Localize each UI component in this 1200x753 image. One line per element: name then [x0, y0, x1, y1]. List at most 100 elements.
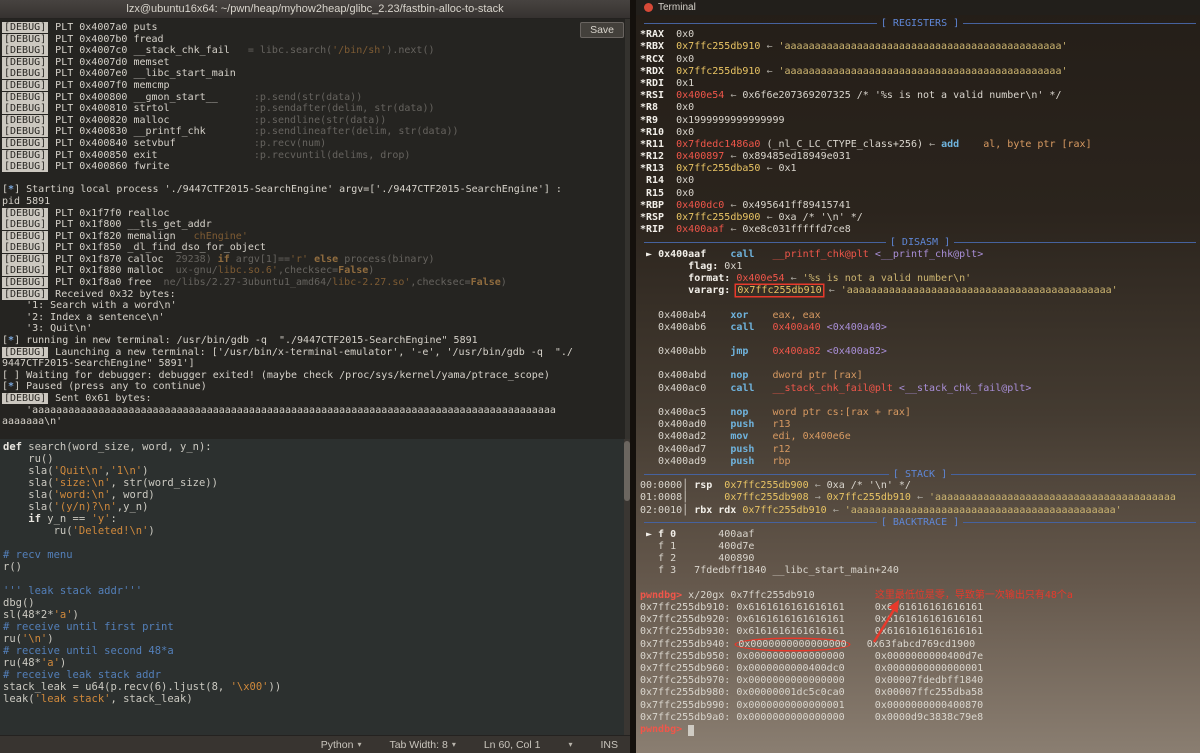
text-segment: ne/libs/2.27-3ubuntu1_amd64/: [151, 277, 333, 289]
terminal-output-line: [ ] Waiting for debugger: debugger exite…: [2, 370, 630, 382]
terminal-output-line: [DEBUG] PLT 0x400860 fwrite: [2, 161, 630, 173]
text-segment: PLT 0x4007a0 puts: [49, 22, 158, 33]
pwntools-terminal-overlay[interactable]: [DEBUG] PLT 0x4007a0 puts [DEBUG] PLT 0x4…: [0, 19, 630, 439]
language-selector[interactable]: Python ▾: [321, 739, 362, 751]
code-line: def search(word_size, word, y_n):: [3, 441, 630, 453]
text-segment: [754, 419, 772, 430]
text-segment: [754, 249, 772, 260]
terminal-output-line: 9447CTF2015-SearchEngine" 5891']: [2, 358, 630, 370]
pwndbg-line: f 3 7fdedbff1840 __libc_start_main+240: [640, 565, 1200, 577]
text-segment: [748, 346, 772, 357]
tab-width-selector[interactable]: Tab Width: 8 ▾: [389, 739, 455, 751]
debug-tag: [DEBUG]: [2, 161, 49, 173]
text-segment: ←: [724, 90, 743, 102]
code-line: sla('(y/n)?\n',y_n): [3, 501, 630, 513]
code-line: r(): [3, 561, 630, 573]
text-segment: search(word_size, word, y_n):: [21, 441, 212, 453]
terminal-output-line: [DEBUG] PLT 0x1f870 calloc 29238) if arg…: [2, 253, 630, 266]
debug-tag: [DEBUG]: [2, 103, 49, 115]
debug-tag: [DEBUG]: [2, 114, 49, 126]
pwndbg-line: 0x7ffc255db950: 0x0000000000000000 0x000…: [640, 651, 1200, 663]
text-segment: 0x7ffc255db920: 0x6161616161616161 0x616…: [640, 614, 984, 626]
code-address: 0x400aaf: [676, 224, 725, 236]
text-segment: PLT 0x4007d0 memset: [49, 56, 170, 68]
save-button[interactable]: Save: [580, 22, 624, 38]
text-segment: *RDX: [640, 65, 665, 77]
pwndbg-line: 0x400ab6 call 0x400a40 <0x400a40>: [640, 322, 1200, 334]
text-segment: [754, 322, 772, 333]
debug-tag: [DEBUG]: [2, 79, 49, 91]
text-segment: <__stack_chk_fail@plt>: [898, 382, 1032, 394]
text-segment: *RDI: [640, 77, 665, 89]
text-segment: <0x400a82>: [826, 346, 887, 358]
right-window-titlebar[interactable]: Terminal: [636, 0, 1200, 15]
pwndbg-line: 0x400ad2 mov edi, 0x400e6e: [640, 431, 1200, 443]
terminal-output-line: [DEBUG] PLT 0x1f800 __tls_get_addr: [2, 219, 630, 231]
text-segment: r12: [772, 443, 791, 455]
text-segment: ←: [760, 163, 779, 175]
text-segment: 0x7ffc255db960: 0x0000000000400dc0 0x000…: [640, 662, 984, 674]
text-segment: *RBX: [640, 41, 665, 53]
pwndbg-line: *R13 0x7ffc255dba50 ← 0x1: [640, 163, 1200, 175]
text-segment: 0x7ffc255db9a0: 0x0000000000000000 0x000…: [640, 711, 984, 723]
debug-tag: [DEBUG]: [2, 265, 49, 277]
code-address: 0x400a40: [772, 321, 821, 333]
text-segment: :p.sendlineafter(delim, str(data)): [205, 126, 459, 138]
pwndbg-line: *R9 0x1999999999999999: [640, 115, 1200, 127]
pwndbg-output[interactable]: [ REGISTERS ] *RAX 0x0 *RBX 0x7ffc255db910…: [636, 15, 1200, 736]
scrollbar-thumb[interactable]: [624, 441, 630, 501]
text-segment: 0x1: [664, 77, 695, 89]
text-segment: Received 0x32 bytes:: [49, 288, 176, 300]
text-segment: [664, 66, 676, 77]
string-value: 'aaaaaaaaaaaaaaaaaaaaaaaaaaaaaaaaaaaaaaa…: [778, 65, 1068, 77]
pwndbg-line: *RBX 0x7ffc255db910 ← 'aaaaaaaaaaaaaaaaa…: [640, 41, 1200, 53]
mnemonic: add: [941, 138, 960, 150]
code-address: 0x400e54: [736, 272, 785, 284]
cursor-position: Ln 60, Col 1: [483, 738, 541, 751]
mnemonic: xor: [730, 309, 749, 321]
debug-tag: [DEBUG]: [2, 68, 49, 80]
text-segment: rbp: [772, 455, 791, 467]
desktop: lzx@ubuntu16x64: ~/pwn/heap/myhow2heap/g…: [0, 0, 1200, 753]
pwndbg-line: 0x400ac0 call __stack_chk_fail@plt <__st…: [640, 383, 1200, 395]
text-segment: 0x1: [778, 163, 797, 175]
text-segment: →: [808, 492, 827, 504]
text-segment: [ ] Waiting for debugger: debugger exite…: [2, 369, 550, 381]
text-segment: *R10: [640, 126, 665, 138]
text-segment: 'y': [91, 513, 111, 525]
python-source: def search(word_size, word, y_n): ru() s…: [3, 441, 630, 705]
editor-statusbar: Python ▾ Tab Width: 8 ▾ Ln 60, Col 1 ▾ I…: [0, 735, 630, 753]
terminal-scrollbar[interactable]: [625, 19, 630, 439]
text-segment: rbx rdx: [694, 504, 737, 516]
text-segment: PLT 0x1f850 _dl_find_dso_for_object: [49, 242, 266, 254]
code-address: 0x400897: [676, 151, 725, 163]
terminal-output-line: [DEBUG] PLT 0x400800 __gmon_start__ :p.s…: [2, 91, 630, 104]
stack-address: 0x7ffc255db910: [826, 492, 911, 504]
text-segment: ► f 0: [640, 528, 677, 540]
text-segment: *RCX: [640, 53, 665, 65]
terminal-output-line: [DEBUG] PLT 0x1f850 _dl_find_dso_for_obj…: [2, 242, 630, 254]
text-segment: ←: [910, 492, 930, 504]
text-segment: 0x495641ff89415741: [742, 199, 851, 211]
text-segment: 'size:\n': [53, 477, 111, 489]
editor-code-area[interactable]: def search(word_size, word, y_n): ru() s…: [0, 439, 630, 735]
mnemonic: push: [730, 443, 755, 455]
left-window-titlebar[interactable]: lzx@ubuntu16x64: ~/pwn/heap/myhow2heap/g…: [0, 0, 630, 19]
text-segment: flag:: [688, 260, 725, 272]
stack-address: 0x7ffc255db900: [724, 480, 809, 492]
terminal-output-line: [DEBUG] Launching a new terminal: ['/usr…: [2, 346, 630, 359]
text-segment: 0x400ac0: [640, 382, 731, 394]
terminal-output-line: 'aaaaaaaaaaaaaaaaaaaaaaaaaaaaaaaaaaaaaaa…: [2, 405, 630, 417]
text-segment: = libc.search(: [229, 45, 333, 57]
text-segment: PLT 0x1f800 __tls_get_addr: [49, 219, 212, 231]
text-segment: 'r': [290, 253, 309, 265]
text-segment: dword ptr [rax]: [772, 370, 863, 382]
editor-scrollbar[interactable]: [624, 439, 630, 735]
chevron-down-icon[interactable]: ▾: [568, 740, 572, 749]
text-segment: 01:0008│: [640, 492, 725, 504]
pwndbg-line: [640, 297, 1200, 309]
vararg-highlight-box: 0x7ffc255db910: [737, 285, 822, 297]
terminal-cursor: [688, 724, 695, 736]
pwndbg-line: 01:0008│ 0x7ffc255db908 → 0x7ffc255db910…: [640, 492, 1200, 504]
text-segment: ←: [760, 65, 779, 77]
